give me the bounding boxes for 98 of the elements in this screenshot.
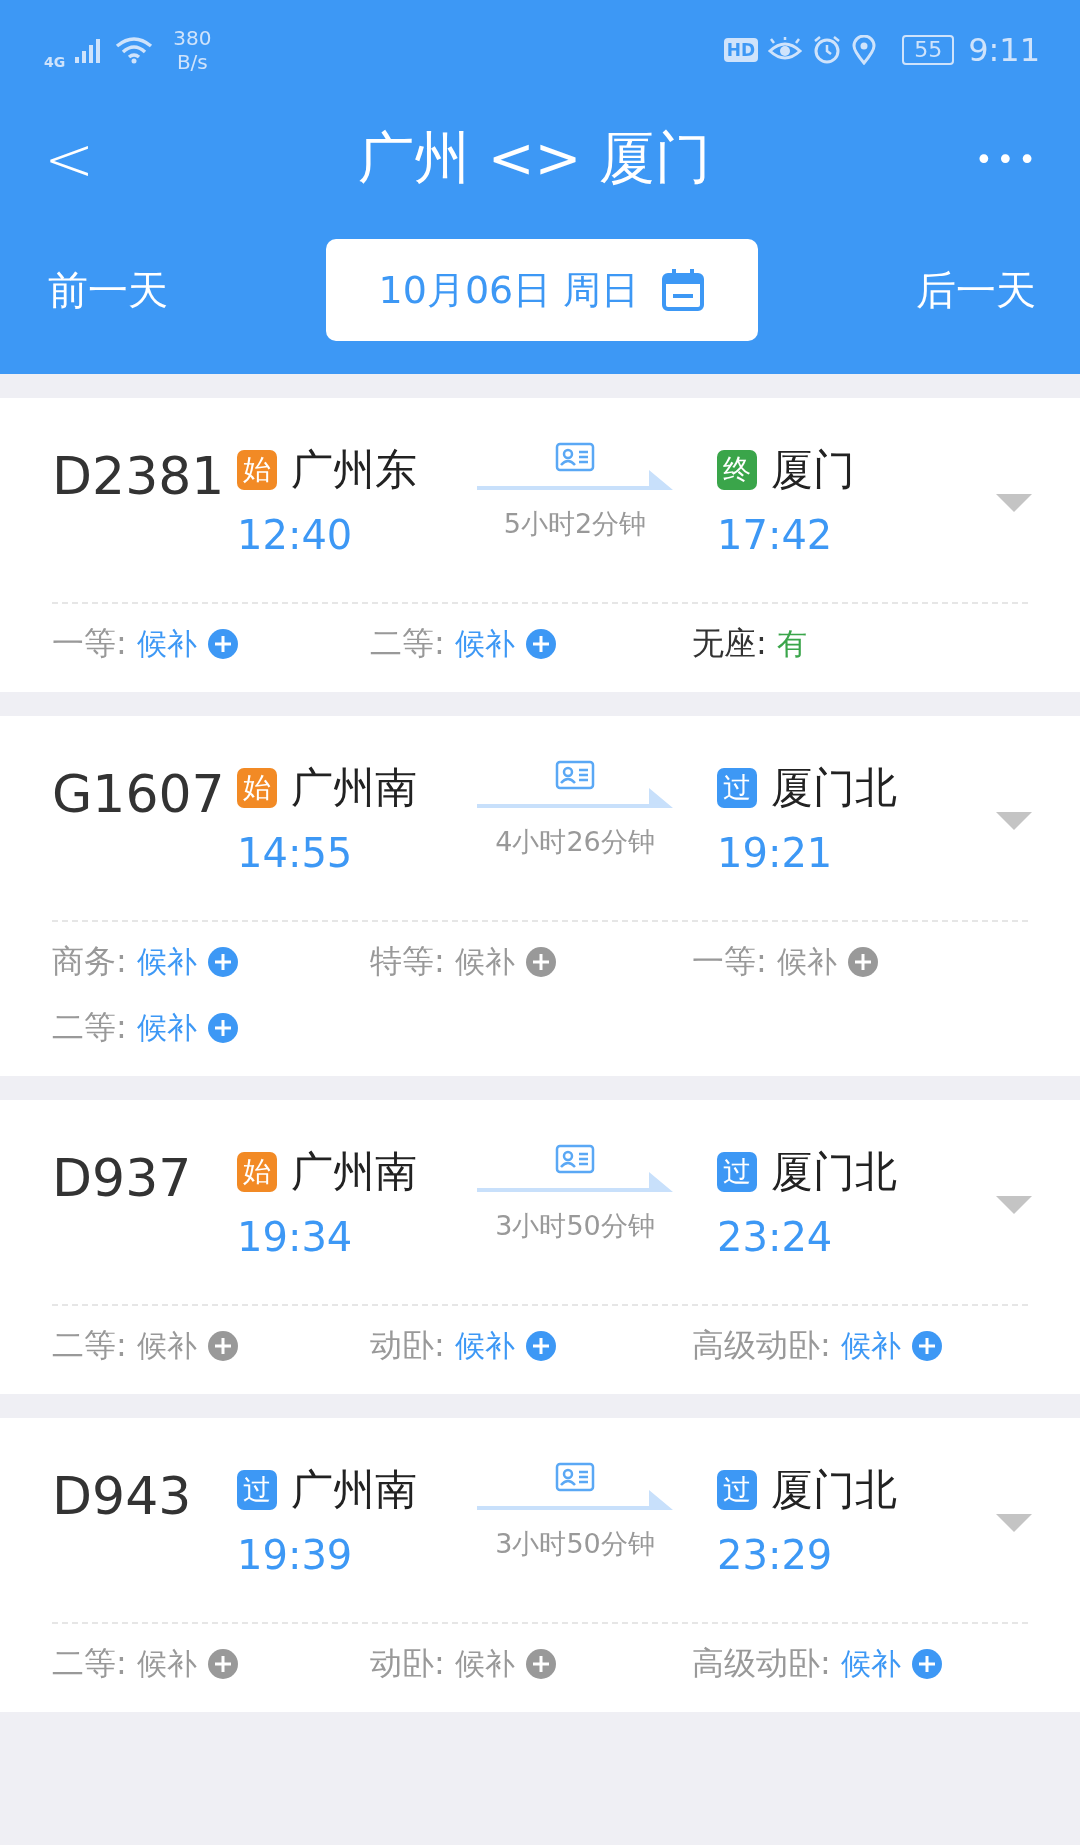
station-badge: 过: [717, 1470, 757, 1510]
arrival-time: 17:42: [717, 512, 834, 558]
train-number: D937: [52, 1148, 193, 1208]
station-badge: 过: [237, 1470, 277, 1510]
plus-icon[interactable]: [524, 1330, 557, 1362]
arrival-time: 19:21: [717, 830, 834, 876]
waitlist-option[interactable]: 候补: [840, 1643, 901, 1685]
train-number: D943: [52, 1466, 193, 1526]
train-card[interactable]: D2381 始 广州东 12:40 5小时2分钟 终 厦门 17:42 一等: 候补 二等: 候补 无座: 有: [0, 398, 1080, 692]
plus-icon[interactable]: [524, 946, 557, 978]
arrival-station: 厦门北: [771, 1464, 897, 1516]
travel-duration: 4小时26分钟: [495, 825, 655, 859]
waitlist-option[interactable]: 候补: [454, 941, 515, 983]
route-title: 广州 <> 厦门: [357, 124, 712, 192]
eye-icon: [768, 37, 803, 63]
caret-icon[interactable]: [996, 812, 1032, 832]
station-badge: 终: [717, 450, 757, 490]
waitlist-option[interactable]: 候补: [136, 941, 197, 983]
seat-availability: 有: [776, 624, 807, 663]
seat-class: 特等:: [370, 941, 445, 982]
arrival-time: 23:29: [717, 1532, 834, 1578]
id-card-icon: [555, 1462, 595, 1492]
id-card-icon: [555, 760, 595, 790]
travel-duration: 3小时50分钟: [495, 1527, 655, 1561]
plus-icon[interactable]: [524, 628, 557, 660]
arrival-station: 厦门: [771, 444, 855, 496]
caret-icon[interactable]: [996, 494, 1032, 514]
plus-icon[interactable]: [206, 1648, 239, 1680]
waitlist-option[interactable]: 候补: [840, 1325, 901, 1367]
caret-icon[interactable]: [996, 1196, 1032, 1216]
departure-station: 广州南: [291, 1464, 417, 1516]
seat-class: 二等:: [52, 1325, 127, 1366]
waitlist-option[interactable]: 候补: [136, 1643, 197, 1685]
plus-icon[interactable]: [910, 1330, 943, 1362]
hd-badge: HD: [723, 38, 759, 62]
departure-time: 12:40: [237, 512, 354, 558]
travel-duration: 5小时2分钟: [503, 507, 647, 541]
seat-class: 动卧:: [370, 1325, 445, 1366]
departure-time: 19:39: [237, 1532, 354, 1578]
plus-icon[interactable]: [206, 628, 239, 660]
seat-class: 二等:: [52, 1007, 127, 1048]
departure-station: 广州南: [291, 762, 417, 814]
train-card[interactable]: D943 过 广州南 19:39 3小时50分钟 过 厦门北 23:29 二等: 候补 动卧: 候补 高级动卧: 候补: [0, 1418, 1080, 1712]
seat-class: 高级动卧:: [692, 1643, 831, 1684]
train-card[interactable]: G1607 始 广州南 14:55 4小时26分钟 过 厦门北 19:21 商务: 候补 特等: 候补 一等: 候补 二等: 候补: [0, 716, 1080, 1076]
waitlist-option[interactable]: 候补: [454, 623, 515, 665]
seat-class: 无座:: [692, 623, 767, 664]
station-badge: 过: [717, 768, 757, 808]
waitlist-option[interactable]: 候补: [454, 1325, 515, 1367]
seat-class: 二等:: [370, 623, 445, 664]
arrival-station: 厦门北: [771, 762, 897, 814]
seat-class: 商务:: [52, 941, 127, 982]
back-button[interactable]: <: [44, 129, 95, 189]
station-badge: 始: [237, 1152, 277, 1192]
plus-icon[interactable]: [206, 1012, 239, 1044]
next-day-button[interactable]: 后一天: [916, 262, 1036, 318]
plus-icon[interactable]: [206, 1330, 239, 1362]
station-badge: 过: [717, 1152, 757, 1192]
plus-icon[interactable]: [846, 946, 879, 978]
clock-time: 9:11: [968, 31, 1040, 69]
train-number: G1607: [52, 764, 226, 824]
waitlist-option[interactable]: 候补: [136, 1007, 197, 1049]
more-button[interactable]: •••: [974, 141, 1040, 177]
caret-icon[interactable]: [996, 1514, 1032, 1534]
location-icon: [852, 35, 877, 65]
train-number: D2381: [52, 446, 226, 506]
arrival-time: 23:24: [717, 1214, 834, 1260]
waitlist-option[interactable]: 候补: [776, 941, 837, 983]
speed-value: 380: [173, 26, 212, 50]
waitlist-option[interactable]: 候补: [136, 623, 197, 665]
departure-time: 14:55: [237, 830, 354, 876]
travel-duration: 3小时50分钟: [495, 1209, 655, 1243]
departure-station: 广州南: [291, 1146, 417, 1198]
seat-class: 动卧:: [370, 1643, 445, 1684]
plus-icon[interactable]: [910, 1648, 943, 1680]
station-badge: 始: [237, 768, 277, 808]
id-card-icon: [555, 442, 595, 472]
seat-class: 一等:: [692, 941, 767, 982]
speed-unit: B/s: [176, 50, 208, 74]
seat-class: 一等:: [52, 623, 127, 664]
id-card-icon: [555, 1144, 595, 1174]
wifi-icon: [115, 36, 154, 64]
arrival-station: 厦门北: [771, 1146, 897, 1198]
network-type: 4G: [44, 54, 66, 70]
station-badge: 始: [237, 450, 277, 490]
seat-class: 高级动卧:: [692, 1325, 831, 1366]
train-card[interactable]: D937 始 广州南 19:34 3小时50分钟 过 厦门北 23:24 二等: 候补 动卧: 候补 高级动卧: 候补: [0, 1100, 1080, 1394]
calendar-icon: [661, 268, 706, 312]
waitlist-option[interactable]: 候补: [136, 1325, 197, 1367]
previous-day-button[interactable]: 前一天: [48, 262, 168, 318]
departure-time: 19:34: [237, 1214, 354, 1260]
waitlist-option[interactable]: 候补: [454, 1643, 515, 1685]
seat-class: 二等:: [52, 1643, 127, 1684]
departure-station: 广州东: [291, 444, 417, 496]
date-picker[interactable]: 10月06日 周日: [326, 239, 758, 341]
plus-icon[interactable]: [206, 946, 239, 978]
plus-icon[interactable]: [524, 1648, 557, 1680]
battery-indicator: 55: [902, 35, 955, 65]
